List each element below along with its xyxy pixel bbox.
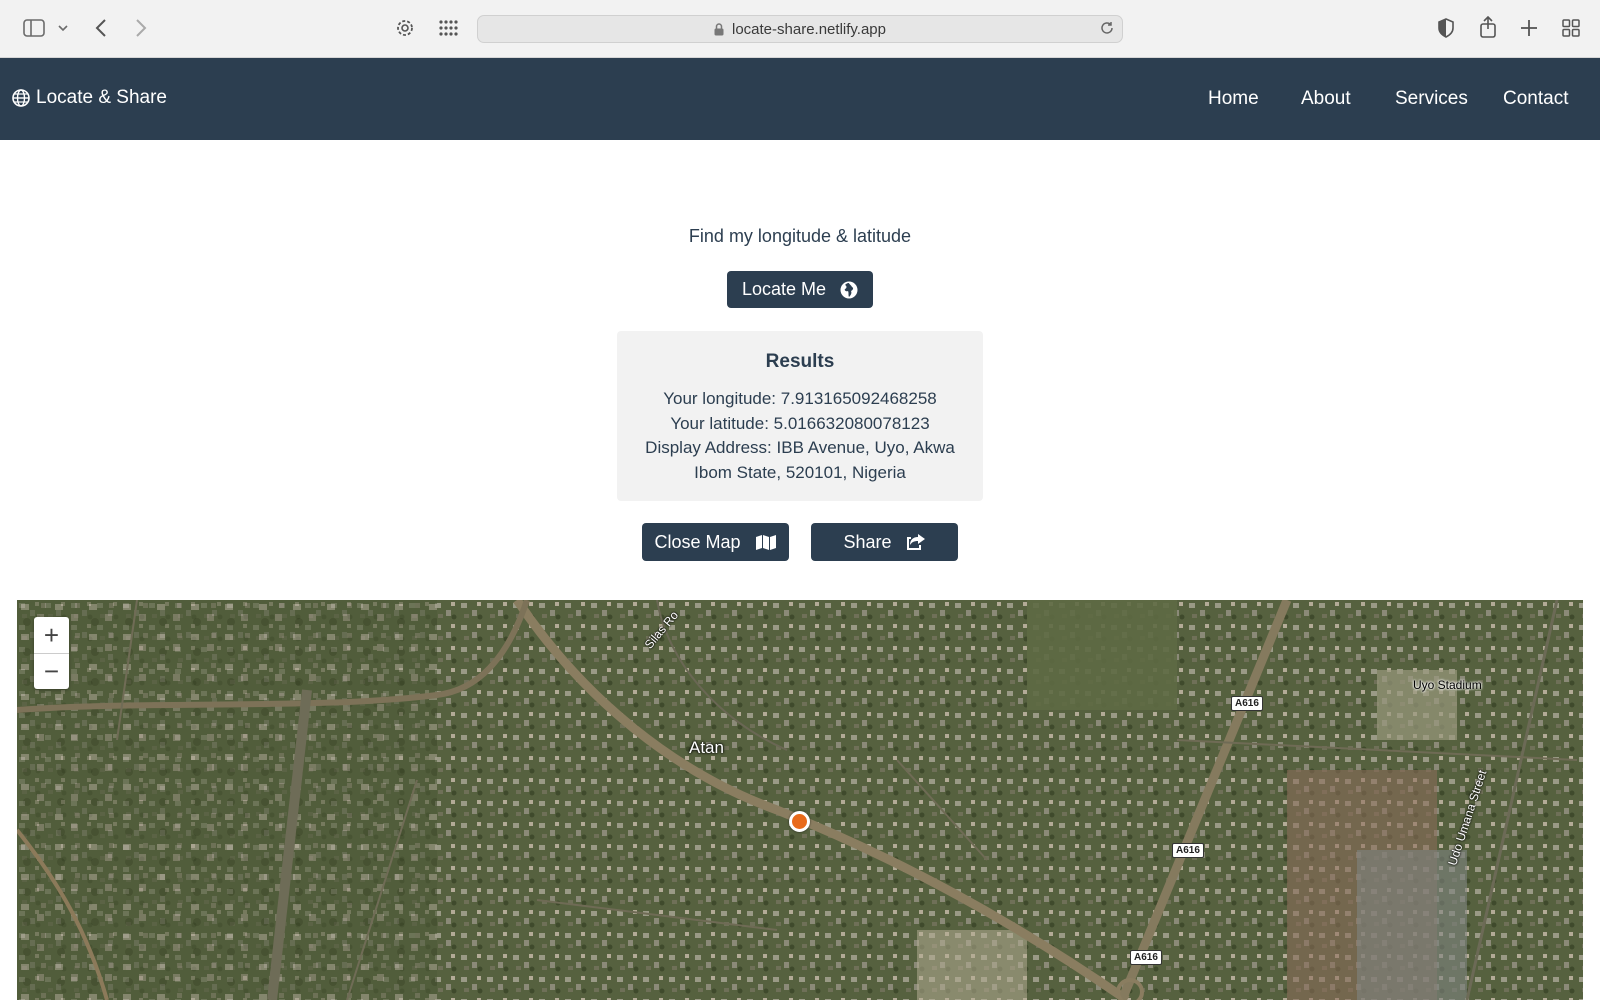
address-text-line2: Ibom State, 520101, Nigeria [694, 462, 906, 482]
brand-link[interactable]: Locate & Share [12, 87, 167, 109]
brand-name: Locate & Share [36, 87, 167, 108]
atan-label: Atan [689, 738, 724, 757]
share-square-icon [906, 533, 926, 551]
road-shield-a616: A616 [1130, 950, 1162, 965]
nav-about-link[interactable]: About [1301, 88, 1351, 110]
back-icon[interactable] [90, 17, 112, 39]
map-icon [755, 534, 777, 551]
map-imagery [17, 600, 1583, 1000]
lock-icon [714, 22, 724, 36]
uyo-stadium-label: Uyo Stadium [1413, 678, 1482, 692]
plus-icon[interactable] [1518, 17, 1540, 39]
locate-me-label: Locate Me [741, 279, 827, 299]
location-marker[interactable] [789, 811, 810, 832]
satellite-map[interactable]: + − Silas Ro Atan Uyo Stadium Udo Umana … [17, 600, 1583, 1000]
zoom-control: + − [34, 617, 69, 689]
nav-home-link[interactable]: Home [1208, 88, 1259, 110]
results-panel: Results Your longitude: 7.91316509246825… [617, 331, 983, 501]
globe-icon [12, 89, 30, 107]
url-text: locate-share.netlify.app [732, 20, 886, 38]
close-map-label: Close Map [654, 531, 741, 552]
share-icon[interactable] [1477, 15, 1499, 39]
settings-icon[interactable] [394, 17, 416, 39]
intro-text: Find my longitude & latitude [688, 226, 912, 246]
share-button[interactable]: Share [811, 523, 958, 561]
browser-toolbar: locate-share.netlify.app [0, 0, 1600, 58]
locate-me-button[interactable]: Locate Me [727, 271, 873, 308]
nav-services-link[interactable]: Services [1395, 88, 1468, 110]
zoom-out-button[interactable]: − [34, 653, 69, 689]
forward-icon[interactable] [130, 17, 152, 39]
results-title: Results [765, 351, 835, 372]
address-bar[interactable]: locate-share.netlify.app [477, 15, 1123, 43]
chevron-down-icon[interactable] [56, 20, 70, 36]
grid-icon[interactable] [438, 17, 460, 39]
longitude-text: Your longitude: 7.913165092468258 [663, 389, 937, 408]
road-shield-a616: A616 [1172, 843, 1204, 858]
shield-icon[interactable] [1435, 17, 1457, 39]
globe-icon [840, 281, 858, 299]
latitude-text: Your latitude: 5.016632080078123 [670, 413, 930, 433]
address-text-line1: Display Address: IBB Avenue, Uyo, Akwa [645, 438, 955, 457]
sidebar-icon[interactable] [22, 17, 46, 39]
close-map-button[interactable]: Close Map [642, 523, 789, 561]
reload-icon[interactable] [1100, 21, 1114, 39]
site-navbar: Locate & Share Home About Services Conta… [0, 58, 1600, 140]
tabs-overview-icon[interactable] [1560, 17, 1582, 39]
nav-contact-link[interactable]: Contact [1503, 88, 1568, 110]
road-shield-a616: A616 [1231, 696, 1263, 711]
zoom-in-button[interactable]: + [34, 617, 69, 653]
share-label: Share [843, 531, 892, 552]
